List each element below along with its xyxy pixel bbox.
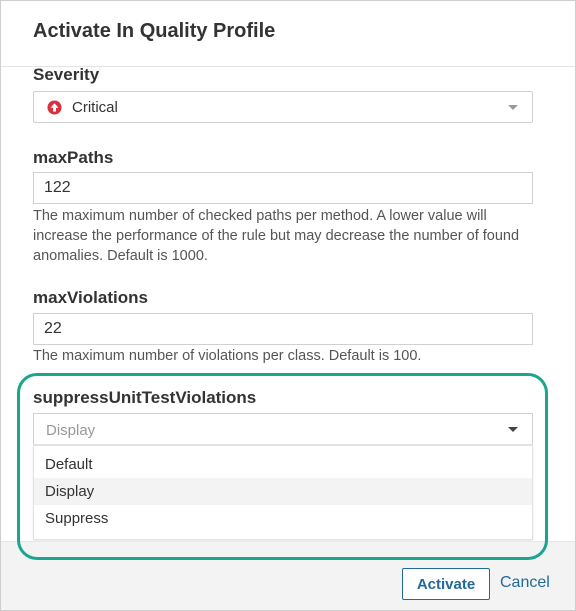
dialog-header: Activate In Quality Profile (1, 1, 575, 67)
max-violations-help: The maximum number of violations per cla… (33, 348, 422, 364)
severity-value: Critical (72, 99, 118, 116)
dialog-body[interactable]: Severity Critical maxPaths The maximum n… (1, 67, 575, 541)
option-display[interactable]: Display (34, 478, 532, 505)
suppress-unit-test-violations-label: suppressUnitTestViolations (33, 388, 257, 407)
max-paths-label: maxPaths (33, 148, 114, 167)
option-suppress[interactable]: Suppress (34, 505, 532, 532)
cancel-link[interactable]: Cancel (500, 574, 550, 592)
max-violations-label: maxViolations (33, 288, 148, 307)
dialog-footer: Activate Cancel (1, 541, 575, 610)
suppress-options-menu: Default Display Suppress (33, 445, 533, 540)
max-violations-input[interactable] (33, 313, 533, 345)
suppress-select-placeholder: Display (46, 422, 96, 439)
chevron-down-icon (508, 105, 518, 110)
option-default[interactable]: Default (34, 451, 532, 478)
severity-select[interactable]: Critical (33, 91, 533, 123)
activate-quality-profile-dialog: Activate In Quality Profile Severity Cri… (0, 0, 576, 611)
dialog-title: Activate In Quality Profile (33, 20, 276, 42)
max-paths-input[interactable] (33, 172, 533, 204)
critical-severity-icon (47, 100, 62, 115)
suppress-unit-test-violations-select[interactable]: Display (33, 413, 533, 445)
activate-button[interactable]: Activate (402, 568, 490, 600)
max-paths-help: The maximum number of checked paths per … (33, 208, 520, 264)
severity-label: Severity (33, 67, 100, 84)
chevron-down-icon (508, 427, 518, 432)
